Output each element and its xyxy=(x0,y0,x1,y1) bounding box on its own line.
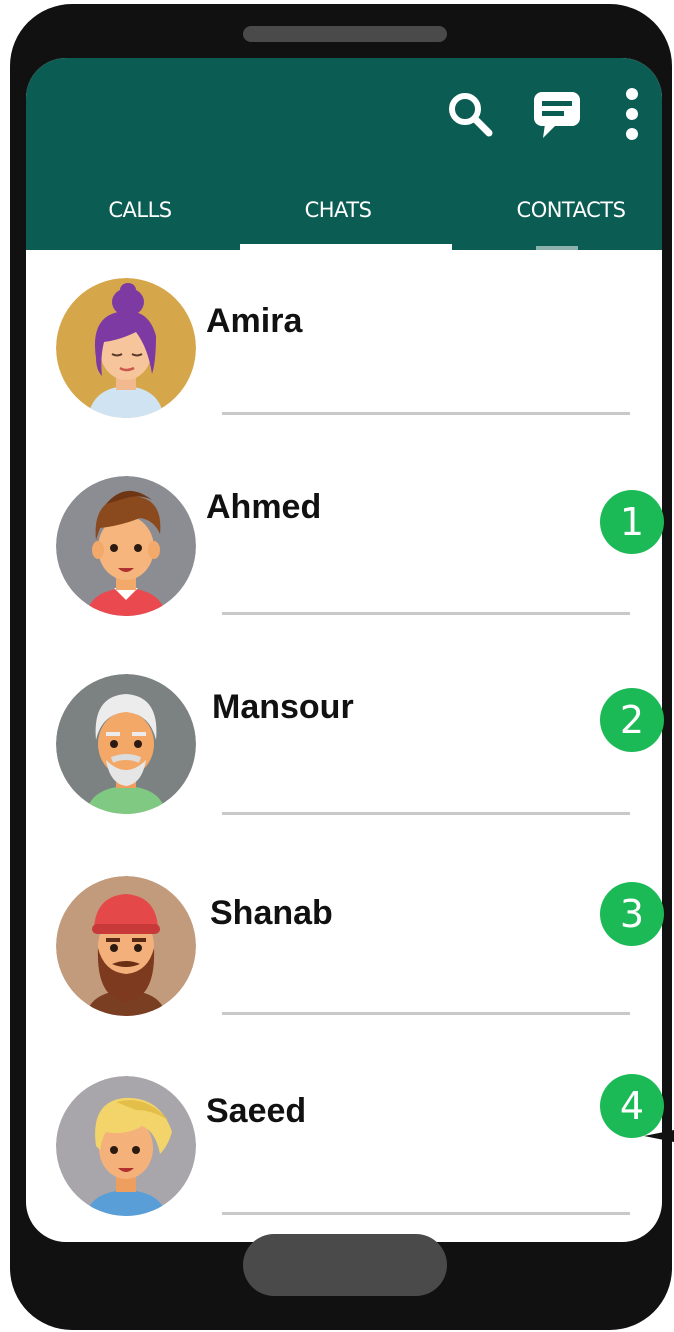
contact-name: Shanab xyxy=(210,894,333,932)
phone-frame: CALLS CHATS CONTACTS Amira Ahmed Mansour… xyxy=(10,4,672,1330)
row-divider xyxy=(222,412,630,415)
chat-list-item[interactable]: Mansour xyxy=(26,670,662,870)
woman-purple-hair-avatar xyxy=(56,278,196,418)
boy-blond-hair-avatar xyxy=(56,1076,196,1216)
phone-speaker xyxy=(243,26,447,42)
new-chat-icon[interactable] xyxy=(531,88,583,140)
contact-name: Ahmed xyxy=(206,488,322,526)
home-button[interactable] xyxy=(243,1234,447,1296)
tab-contacts[interactable]: CONTACTS xyxy=(496,198,646,222)
app-header: CALLS CHATS CONTACTS xyxy=(26,58,662,250)
tab-calls[interactable]: CALLS xyxy=(80,198,200,222)
callout-badge: 1 xyxy=(600,490,664,554)
tab-contacts-underline xyxy=(536,246,578,250)
row-divider xyxy=(222,812,630,815)
man-red-cap-beard-avatar xyxy=(56,876,196,1016)
man-brown-hair-avatar xyxy=(56,476,196,616)
chat-list-item[interactable]: Amira xyxy=(26,270,662,470)
chat-list-item[interactable]: Ahmed xyxy=(26,470,662,670)
selected-tab-indicator xyxy=(240,244,452,250)
row-divider xyxy=(222,1212,630,1215)
callout-badge: 3 xyxy=(600,882,664,946)
search-icon[interactable] xyxy=(444,88,496,140)
callout-pointer xyxy=(644,1130,674,1142)
tab-chats[interactable]: CHATS xyxy=(278,198,398,222)
old-man-white-beard-avatar xyxy=(56,674,196,814)
contact-name: Mansour xyxy=(212,688,354,726)
row-divider xyxy=(222,612,630,615)
chat-list-item[interactable]: Shanab xyxy=(26,870,662,1070)
callout-badge: 4 xyxy=(600,1074,664,1138)
chat-list-item[interactable]: Saeed xyxy=(26,1070,662,1242)
phone-screen: CALLS CHATS CONTACTS Amira Ahmed Mansour… xyxy=(26,58,662,1242)
contact-name: Saeed xyxy=(206,1092,307,1130)
contact-name: Amira xyxy=(206,302,303,340)
row-divider xyxy=(222,1012,630,1015)
callout-badge: 2 xyxy=(600,688,664,752)
more-options-icon[interactable] xyxy=(618,84,646,144)
